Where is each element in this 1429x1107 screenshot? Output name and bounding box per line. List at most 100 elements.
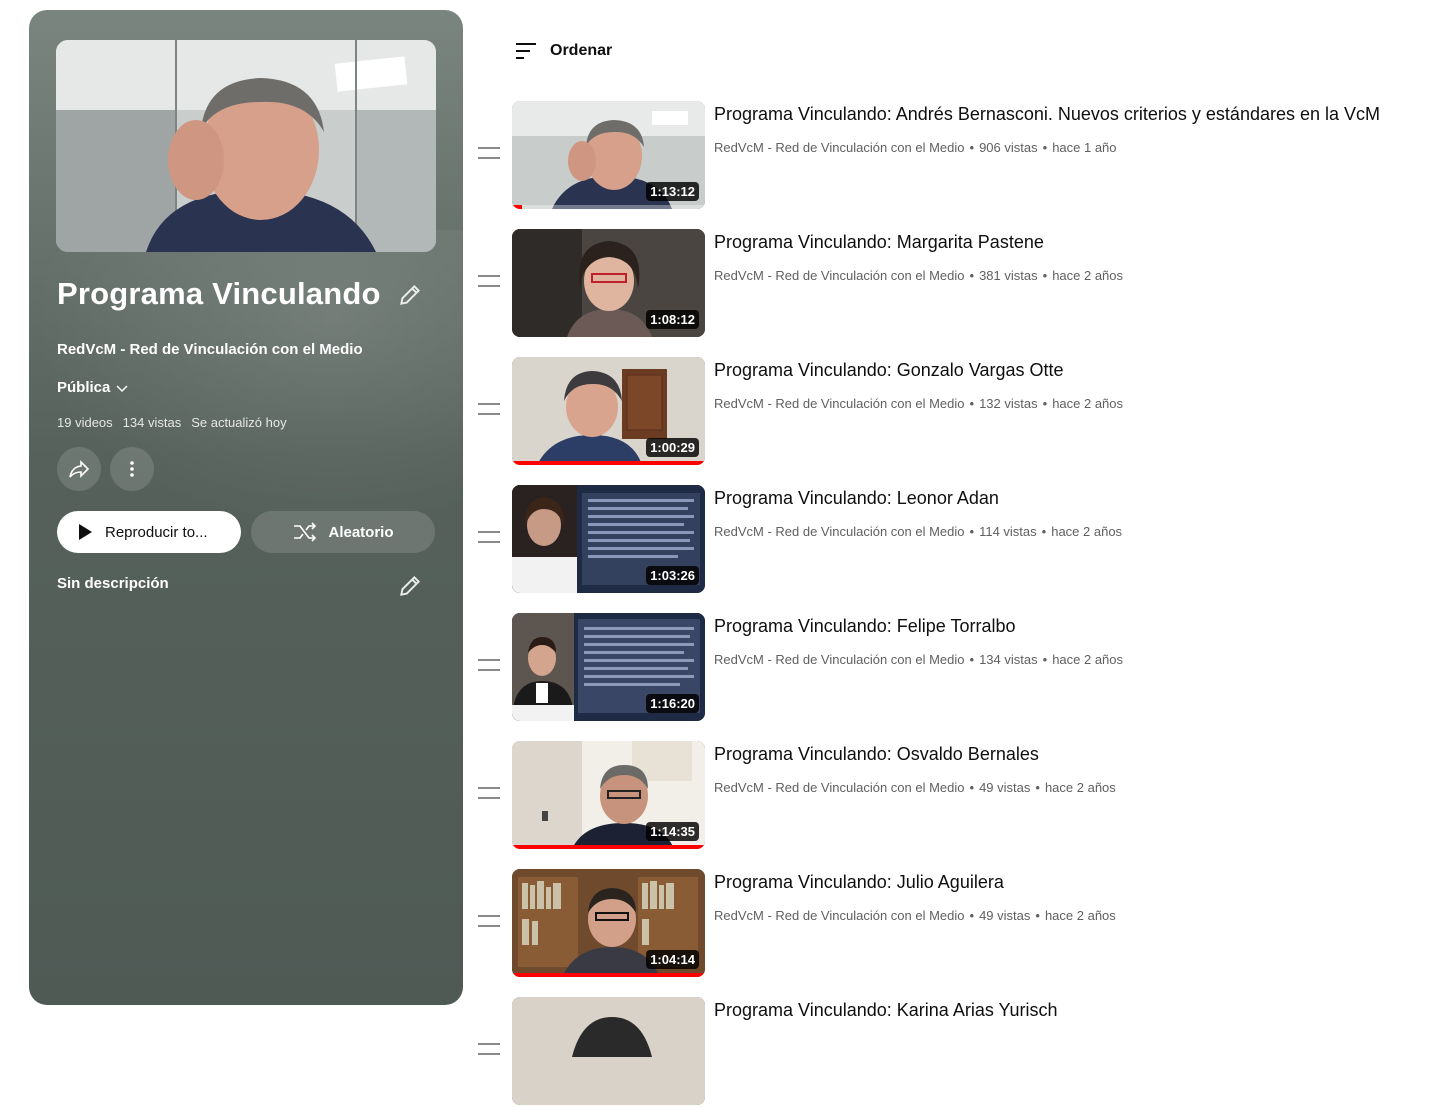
sort-label: Ordenar (550, 42, 613, 59)
channel-name-link[interactable]: RedVcM - Red de Vinculación con el Medio (57, 341, 363, 358)
playlist-header-panel: Programa Vinculando RedVcM - Red de Vinc… (29, 10, 463, 1005)
meta-separator: • (969, 140, 975, 155)
video-metadata: RedVcM - Red de Vinculación con el Medio… (714, 396, 1123, 411)
playlist-video-row[interactable]: 1:13:12 Programa Vinculando: Andrés Bern… (476, 101, 1429, 211)
edit-description-icon[interactable] (397, 573, 423, 599)
drag-handle-icon[interactable] (478, 1043, 500, 1055)
video-title[interactable]: Programa Vinculando: Osvaldo Bernales (714, 744, 1429, 765)
video-channel[interactable]: RedVcM - Red de Vinculación con el Medio (714, 908, 965, 923)
playlist-video-row[interactable]: 1:03:26 Programa Vinculando: Leonor Adan… (476, 485, 1429, 595)
view-count: 134 vistas (122, 415, 182, 430)
playlist-video-row[interactable]: Programa Vinculando: Karina Arias Yurisc… (476, 997, 1429, 1107)
video-metadata: RedVcM - Red de Vinculación con el Medio… (714, 908, 1116, 923)
drag-handle-icon[interactable] (478, 531, 500, 543)
playlist-video-row[interactable]: 1:08:12 Programa Vinculando: Margarita P… (476, 229, 1429, 339)
video-thumbnail[interactable]: 1:14:35 (512, 741, 705, 849)
more-actions-button[interactable] (110, 447, 154, 491)
meta-separator: • (1042, 652, 1048, 667)
playlist-video-row[interactable]: 1:14:35 Programa Vinculando: Osvaldo Ber… (476, 741, 1429, 851)
video-views: 381 vistas (979, 268, 1038, 283)
shuffle-button[interactable]: Aleatorio (251, 511, 435, 553)
play-icon (79, 524, 92, 540)
shuffle-label: Aleatorio (328, 523, 394, 541)
meta-separator: • (969, 908, 975, 923)
video-thumbnail[interactable]: 1:00:29 (512, 357, 705, 465)
video-channel[interactable]: RedVcM - Red de Vinculación con el Medio (714, 396, 965, 411)
video-title[interactable]: Programa Vinculando: Karina Arias Yurisc… (714, 1000, 1429, 1021)
playlist-description: Sin descripción (57, 575, 169, 592)
video-age: hace 1 año (1052, 140, 1117, 155)
video-channel[interactable]: RedVcM - Red de Vinculación con el Medio (714, 652, 965, 667)
play-all-button[interactable]: Reproducir to... (57, 511, 241, 553)
video-duration: 1:08:12 (646, 310, 699, 329)
video-views: 132 vistas (979, 396, 1038, 411)
video-duration: 1:13:12 (646, 182, 699, 201)
watch-progress-bar (512, 845, 705, 849)
video-thumbnail[interactable]: 1:04:14 (512, 869, 705, 977)
video-title[interactable]: Programa Vinculando: Felipe Torralbo (714, 616, 1429, 637)
video-thumbnail[interactable]: 1:13:12 (512, 101, 705, 209)
video-thumbnail[interactable]: 1:08:12 (512, 229, 705, 337)
drag-handle-icon[interactable] (478, 787, 500, 799)
video-views: 114 vistas (979, 524, 1037, 539)
playlist-video-row[interactable]: 1:00:29 Programa Vinculando: Gonzalo Var… (476, 357, 1429, 467)
video-channel[interactable]: RedVcM - Red de Vinculación con el Medio (714, 780, 965, 795)
meta-separator: • (969, 524, 975, 539)
video-title[interactable]: Programa Vinculando: Margarita Pastene (714, 232, 1429, 253)
video-thumbnail[interactable]: 1:16:20 (512, 613, 705, 721)
drag-handle-icon[interactable] (478, 275, 500, 287)
meta-separator: • (969, 652, 975, 667)
updated-date: Se actualizó hoy (191, 415, 287, 430)
video-title[interactable]: Programa Vinculando: Leonor Adan (714, 488, 1429, 509)
video-channel[interactable]: RedVcM - Red de Vinculación con el Medio (714, 268, 965, 283)
meta-separator: • (969, 780, 975, 795)
video-views: 134 vistas (979, 652, 1038, 667)
video-thumbnail[interactable]: 1:03:26 (512, 485, 705, 593)
progress-track (512, 205, 705, 209)
video-duration: 1:14:35 (646, 822, 699, 841)
video-age: hace 2 años (1044, 908, 1116, 923)
playlist-video-row[interactable]: 1:04:14 Programa Vinculando: Julio Aguil… (476, 869, 1429, 979)
video-title[interactable]: Programa Vinculando: Gonzalo Vargas Otte (714, 360, 1429, 381)
watch-progress-bar (512, 461, 705, 465)
video-count: 19 videos (57, 415, 113, 430)
meta-separator: • (1035, 908, 1040, 923)
video-age: hace 2 años (1052, 268, 1124, 283)
video-views: 49 vistas (979, 780, 1031, 795)
video-metadata: RedVcM - Red de Vinculación con el Medio… (714, 780, 1116, 795)
video-metadata: RedVcM - Red de Vinculación con el Medio… (714, 140, 1117, 155)
video-title[interactable]: Programa Vinculando: Julio Aguilera (714, 872, 1429, 893)
thumbnail-office-scene (56, 40, 436, 252)
meta-separator: • (1041, 524, 1047, 539)
sort-button[interactable]: Ordenar (514, 40, 612, 62)
drag-handle-icon[interactable] (478, 915, 500, 927)
drag-handle-icon[interactable] (478, 403, 500, 415)
playlist-stats: 19 videos 134 vistas Se actualizó hoy (57, 415, 287, 430)
video-title[interactable]: Programa Vinculando: Andrés Bernasconi. … (714, 104, 1429, 125)
video-channel[interactable]: RedVcM - Red de Vinculación con el Medio (714, 140, 965, 155)
sort-icon (516, 43, 536, 59)
share-button[interactable] (57, 447, 101, 491)
video-age: hace 2 años (1051, 524, 1123, 539)
video-thumbnail[interactable] (512, 997, 705, 1105)
meta-separator: • (1035, 780, 1040, 795)
playlist-title: Programa Vinculando (57, 276, 381, 311)
video-duration: 1:04:14 (646, 950, 699, 969)
meta-separator: • (1042, 396, 1048, 411)
drag-handle-icon[interactable] (478, 147, 500, 159)
video-duration: 1:16:20 (646, 694, 699, 713)
playlist-thumbnail[interactable] (56, 40, 436, 252)
meta-separator: • (969, 268, 975, 283)
video-metadata: RedVcM - Red de Vinculación con el Medio… (714, 524, 1122, 539)
watch-progress-bar (512, 205, 522, 209)
video-views: 906 vistas (979, 140, 1038, 155)
edit-title-icon[interactable] (397, 282, 423, 308)
drag-handle-icon[interactable] (478, 659, 500, 671)
chevron-down-icon (116, 384, 128, 392)
privacy-dropdown[interactable]: Pública (57, 379, 130, 396)
video-duration: 1:00:29 (646, 438, 699, 457)
playlist-video-row[interactable]: 1:16:20 Programa Vinculando: Felipe Torr… (476, 613, 1429, 723)
video-duration: 1:03:26 (646, 566, 699, 585)
shuffle-icon (294, 522, 317, 542)
video-channel[interactable]: RedVcM - Red de Vinculación con el Medio (714, 524, 965, 539)
